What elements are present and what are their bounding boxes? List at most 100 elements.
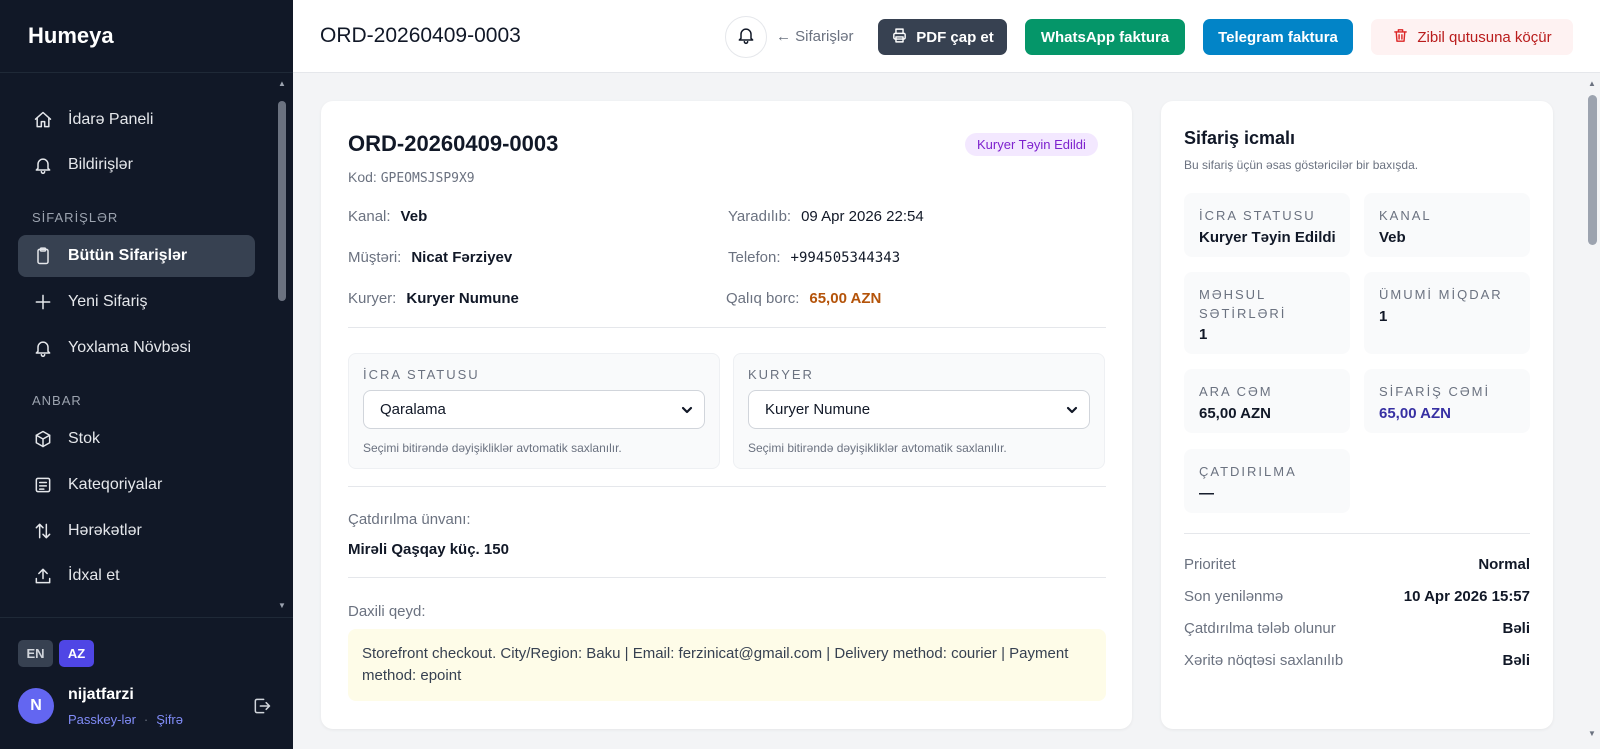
stat-value: 1 <box>1379 308 1388 325</box>
stat-delivery: ÇATDIRILMA — <box>1184 449 1350 513</box>
row-label: Son yenilənmə <box>1184 588 1284 605</box>
lang-en-button[interactable]: EN <box>18 640 53 667</box>
stat-label: SİFARİŞ CƏMİ <box>1379 384 1491 399</box>
summary-row-map-point: Xəritə nöqtəsi saxlanılıb Bəli <box>1184 652 1530 669</box>
sidebar-item-label: Kateqoriyalar <box>68 476 163 493</box>
order-code-label: Kod: <box>348 169 377 185</box>
print-pdf-button[interactable]: PDF çap et <box>878 19 1007 55</box>
home-icon <box>32 109 54 131</box>
scrollbar-thumb[interactable] <box>278 101 286 301</box>
courier-field: Kuryer: Kuryer Numune <box>348 290 519 307</box>
courier-label: Kuryer: <box>348 290 397 307</box>
internal-note: Storefront checkout. City/Region: Baku |… <box>348 629 1106 701</box>
brand-logo[interactable]: Humeya <box>0 0 293 73</box>
username: nijatfarzi <box>68 686 134 703</box>
summary-row-updated: Son yenilənmə 10 Apr 2026 15:57 <box>1184 588 1530 605</box>
scroll-down-arrow[interactable]: ▼ <box>1588 729 1596 738</box>
status-select-panel: İCRA STATUSU Qaralama Seçimi bitirəndə d… <box>348 353 720 469</box>
summary-subtitle: Bu sifariş üçün əsas göstəricilər bir ba… <box>1184 158 1419 172</box>
summary-title: Sifariş icmalı <box>1184 128 1296 148</box>
sidebar-item-all-orders[interactable]: Bütün Sifarişlər <box>18 235 255 277</box>
bell-icon <box>32 154 54 176</box>
sidebar-item-categories[interactable]: Kateqoriyalar <box>18 464 255 506</box>
status-badge: Kuryer Təyin Edildi <box>965 133 1098 156</box>
move-to-trash-button[interactable]: Zibil qutusuna köçür <box>1371 19 1573 55</box>
scroll-down-arrow[interactable]: ▼ <box>277 601 287 611</box>
debt-value: 65,00 AZN <box>809 290 882 307</box>
page-title: ORD-20260409-0003 <box>320 24 521 47</box>
row-label: Prioritet <box>1184 556 1236 573</box>
sidebar-item-review-queue[interactable]: Yoxlama Növbəsi <box>18 327 255 369</box>
status-select[interactable]: Qaralama <box>363 390 705 429</box>
created-field: Yaradılıb: 09 Apr 2026 22:54 <box>728 208 924 225</box>
stat-value: 65,00 AZN <box>1199 405 1271 422</box>
sidebar-item-new-order[interactable]: Yeni Sifariş <box>18 281 255 323</box>
sidebar-nav: İdarə Paneli Bildirişlər SİFARİŞLƏR Bütü… <box>0 73 293 617</box>
phone-label: Telefon: <box>728 249 781 266</box>
sidebar-item-stock[interactable]: Stok <box>18 418 255 460</box>
sidebar-item-label: Yeni Sifariş <box>68 293 148 310</box>
sidebar-item-label: İdarə Paneli <box>68 111 154 128</box>
sidebar-item-label: Hərəkətlər <box>68 522 142 539</box>
lang-az-button[interactable]: AZ <box>59 640 94 667</box>
main-scrollbar[interactable]: ▲ ▼ <box>1585 73 1600 749</box>
bell-icon <box>736 25 756 50</box>
passkeys-link[interactable]: Passkey-lər <box>68 712 136 727</box>
trash-icon <box>1392 27 1409 48</box>
telegram-invoice-button[interactable]: Telegram faktura <box>1203 19 1353 55</box>
sidebar-item-label: Stok <box>68 430 101 447</box>
scrollbar-thumb[interactable] <box>1588 95 1597 245</box>
divider <box>348 327 1106 328</box>
row-value: Bəli <box>1502 620 1530 637</box>
stat-label: MƏHSUL SƏTİRLƏRİ <box>1199 287 1287 321</box>
sidebar-item-dashboard[interactable]: İdarə Paneli <box>18 99 255 141</box>
stat-label: KANAL <box>1379 208 1432 223</box>
back-to-orders-link[interactable]: ← Sifarişlər <box>776 28 854 45</box>
stat-value: Kuryer Təyin Edildi <box>1199 229 1336 246</box>
stat-subtotal: ARA CƏM 65,00 AZN <box>1184 369 1350 433</box>
order-title: ORD-20260409-0003 <box>348 131 559 156</box>
internal-note-label: Daxili qeyd: <box>348 603 426 620</box>
sidebar-item-movements[interactable]: Hərəkətlər <box>18 510 255 552</box>
row-value: 10 Apr 2026 15:57 <box>1403 588 1530 605</box>
stat-label: ÜMUMİ MİQDAR <box>1379 287 1503 302</box>
channel-field: Kanal: Veb <box>348 208 427 225</box>
divider <box>348 577 1106 578</box>
status-select-hint: Seçimi bitirəndə dəyişikliklər avtomatik… <box>363 441 622 455</box>
stat-value: 65,00 AZN <box>1379 405 1451 422</box>
sidebar-item-label: Bütün Sifarişlər <box>68 247 188 264</box>
courier-value: Kuryer Numune <box>406 290 519 307</box>
notifications-button[interactable] <box>725 16 767 58</box>
customer-field: Müştəri: Nicat Fərziyev <box>348 249 512 266</box>
sidebar-scrollbar[interactable]: ▲ ▼ <box>277 79 287 613</box>
divider <box>348 486 1106 487</box>
row-label: Xəritə nöqtəsi saxlanılıb <box>1184 652 1344 669</box>
stat-value: Veb <box>1379 229 1406 246</box>
section-warehouse: ANBAR <box>32 393 82 408</box>
chevron-down-icon <box>1065 403 1079 417</box>
row-label: Çatdırılma tələb olunur <box>1184 620 1336 637</box>
sidebar-item-notifications[interactable]: Bildirişlər <box>18 144 255 186</box>
whatsapp-invoice-button[interactable]: WhatsApp faktura <box>1025 19 1185 55</box>
logout-icon[interactable] <box>252 696 274 718</box>
scroll-up-arrow[interactable]: ▲ <box>277 79 287 89</box>
customer-label: Müştəri: <box>348 249 402 266</box>
courier-select-panel: KURYER Kuryer Numune Seçimi bitirəndə də… <box>733 353 1105 469</box>
sidebar: Humeya İdarə Paneli Bildirişlər SİFARİŞL… <box>0 0 293 749</box>
stat-label: İCRA STATUSU <box>1199 208 1316 223</box>
customer-value: Nicat Fərziyev <box>411 249 513 266</box>
stat-value: — <box>1199 485 1214 502</box>
order-code: Kod: GPEOMSJSP9X9 <box>348 169 475 186</box>
created-value: 09 Apr 2026 22:54 <box>801 208 924 225</box>
stat-channel: KANAL Veb <box>1364 193 1530 257</box>
password-link[interactable]: Şifrə <box>156 712 183 727</box>
courier-select[interactable]: Kuryer Numune <box>748 390 1090 429</box>
sidebar-item-import[interactable]: İdxal et <box>18 555 255 597</box>
row-value: Bəli <box>1502 652 1530 669</box>
bell-icon <box>32 337 54 359</box>
sidebar-item-label: Bildirişlər <box>68 156 133 173</box>
stat-total-quantity: ÜMUMİ MİQDAR 1 <box>1364 272 1530 354</box>
stat-label: ARA CƏM <box>1199 384 1273 399</box>
scroll-up-arrow[interactable]: ▲ <box>1588 79 1596 88</box>
list-icon <box>32 474 54 496</box>
